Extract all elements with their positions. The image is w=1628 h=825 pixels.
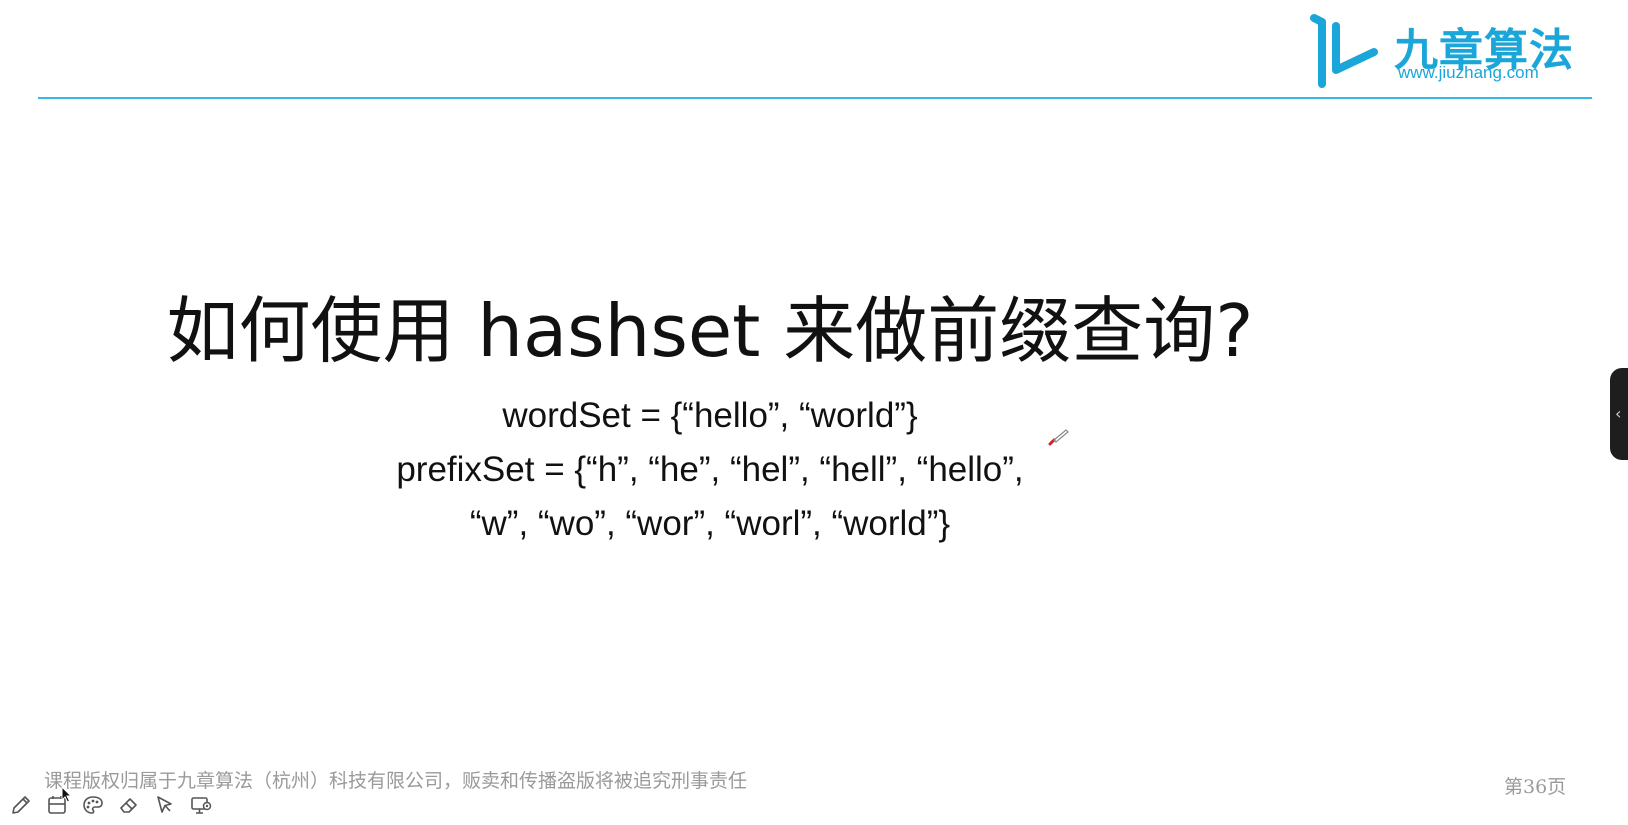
mouse-cursor-icon [61,786,73,803]
pencil-tool-button[interactable] [8,792,34,818]
palette-icon [83,796,103,814]
slide-title: 如何使用 hashset 来做前缀查询? [166,289,1254,373]
pen-cursor-icon [1048,429,1069,446]
header-divider [38,97,1592,99]
pointer-icon [157,796,172,813]
jiuzhang-logo-mark-icon [1310,14,1378,88]
slide: 九章算法 www.jiuzhang.com 如何使用 hashset 来做前缀查… [0,0,1628,825]
side-panel-toggle[interactable]: ‹ [1610,368,1628,460]
chevron-left-icon: ‹ [1615,404,1622,423]
pencil-icon [12,796,30,814]
eraser-icon [120,798,137,813]
page-number: 第36页 [1504,776,1567,798]
logo-url: www.jiuzhang.com [1398,63,1539,82]
screen-share-tool-button[interactable] [188,792,214,818]
annotation-toolbar [8,792,214,818]
eraser-tool-button[interactable] [116,792,142,818]
jiuzhang-logo: 九章算法 www.jiuzhang.com [1302,8,1592,92]
prefix-set-line-1: prefixSet = {“h”, “he”, “hel”, “hell”, “… [396,450,1024,489]
prefix-set-line-2: “w”, “wo”, “wor”, “worl”, “world”} [469,504,951,543]
palette-tool-button[interactable] [80,792,106,818]
pointer-tool-button[interactable] [152,792,178,818]
screen-share-icon [191,797,212,814]
copyright-footer: 课程版权归属于九章算法（杭州）科技有限公司，贩卖和传播盗版将被追究刑事责任 [44,770,748,792]
word-set-line: wordSet = {“hello”, “world”} [502,396,918,435]
